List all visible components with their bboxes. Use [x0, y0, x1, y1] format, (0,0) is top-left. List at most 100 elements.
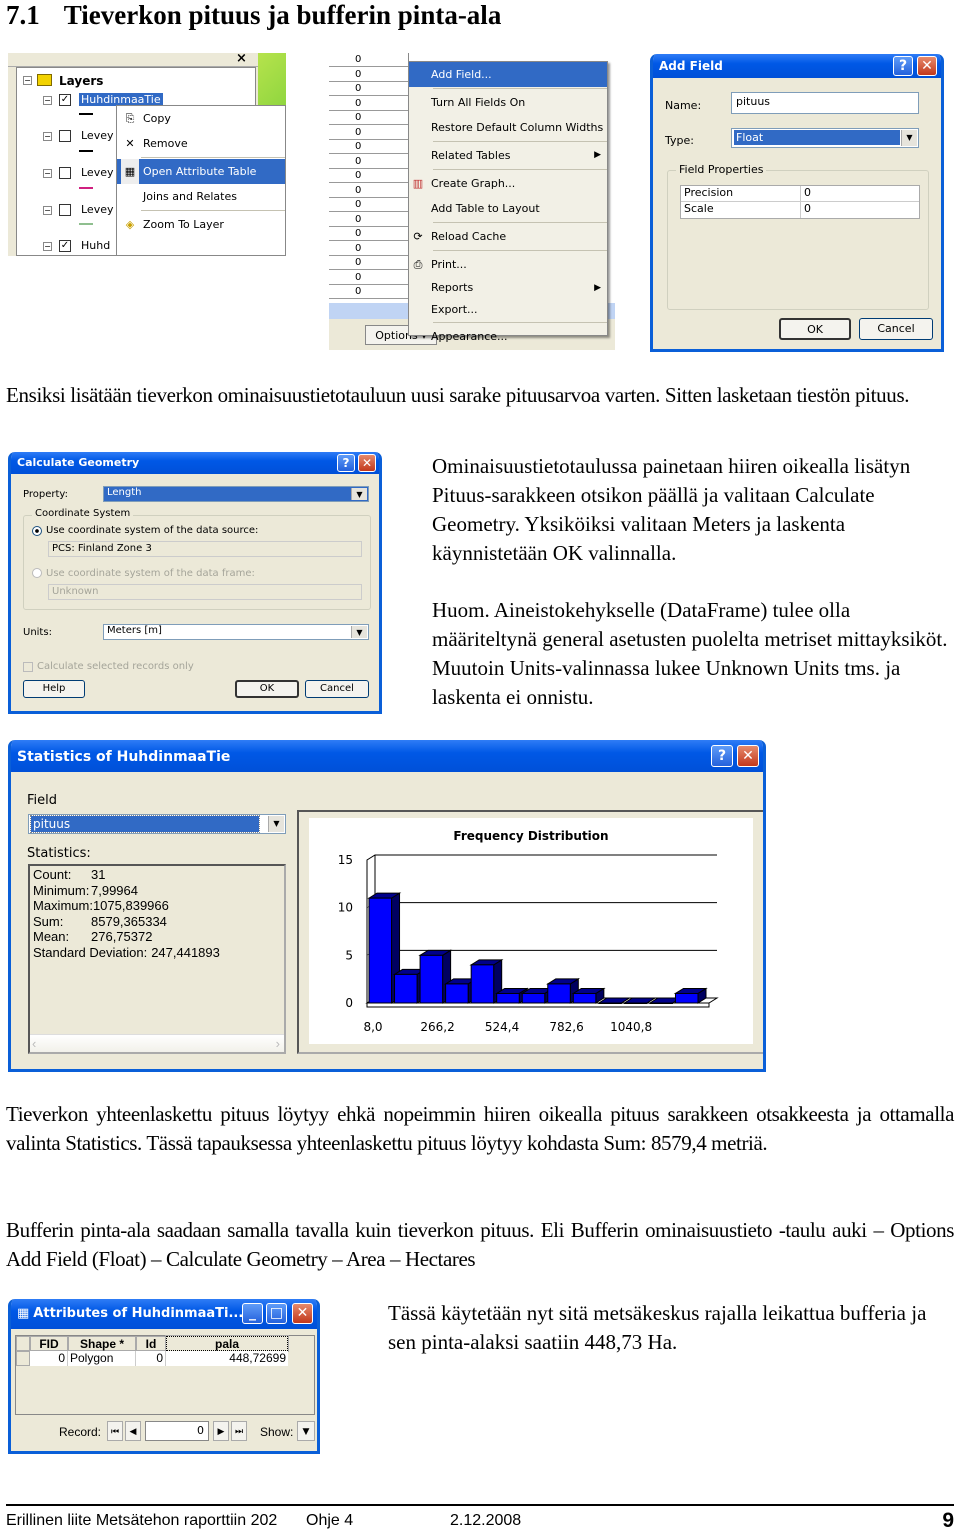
help-icon[interactable]: ? [711, 745, 733, 767]
property-value[interactable]: 0 [801, 202, 811, 218]
ok-button[interactable]: OK [779, 318, 851, 340]
menu-item-create-graph[interactable]: ▥ Create Graph... [409, 171, 607, 196]
layer-name[interactable]: Levey [81, 203, 114, 216]
column-header-id[interactable]: Id [136, 1336, 166, 1351]
name-input[interactable]: pituus [731, 92, 919, 114]
menu-item-remove[interactable]: ✕ Remove [117, 131, 285, 156]
checkbox-disabled[interactable] [23, 662, 33, 672]
data-frame-cs-field: Unknown [48, 584, 362, 600]
help-icon[interactable]: ? [337, 454, 355, 472]
menu-item-add-field[interactable]: Add Field... [409, 62, 607, 87]
column-header-fid[interactable]: FID [30, 1336, 68, 1351]
radio2-label: Use coordinate system of the data frame: [46, 568, 255, 579]
menu-item-zoom-to-layer[interactable]: ◈ Zoom To Layer [117, 212, 285, 237]
checkbox-unchecked[interactable] [59, 130, 71, 142]
horizontal-scrollbar[interactable]: ‹ › [30, 1034, 284, 1052]
close-icon[interactable]: × [236, 53, 247, 66]
name-label: Name: [665, 99, 702, 112]
chevron-down-icon[interactable]: ▼ [901, 130, 917, 146]
menu-item-print[interactable]: ⎙ Print... [409, 252, 607, 277]
statistic-value: 276,75372 [91, 929, 153, 944]
previous-record-button[interactable]: ◀ [125, 1421, 141, 1441]
statistic-row: Minimum: 7,99964 [33, 883, 281, 899]
record-label: Record: [59, 1425, 102, 1439]
menu-item-appearance[interactable]: Appearance... [409, 324, 607, 349]
cell: 0 [136, 1351, 166, 1366]
menu-item-export[interactable]: Export... [409, 299, 607, 321]
minimize-icon[interactable]: _ [242, 1303, 263, 1324]
checkbox-checked[interactable]: ✓ [59, 240, 71, 252]
table-cell: 0 [329, 82, 409, 96]
radio-unselected[interactable] [32, 568, 42, 578]
menu-item-reload-cache[interactable]: ⟳ Reload Cache [409, 224, 607, 249]
field-select[interactable]: pituus ▼ [28, 814, 286, 834]
menu-item-add-table-to-layout[interactable]: Add Table to Layout [409, 196, 607, 221]
frequency-chart: Frequency Distribution 0 5 10 15 8,0 266,2 524,… [338, 829, 719, 1034]
help-icon[interactable]: ? [893, 56, 913, 76]
statistic-row: Sum: 8579,365334 [33, 914, 281, 930]
layer-name[interactable]: Huhd [81, 239, 110, 252]
table-row[interactable]: 0 Polygon 0 448,72699 [16, 1351, 314, 1366]
units-label: Units: [23, 627, 52, 638]
maximize-icon[interactable]: □ [266, 1303, 287, 1324]
y-tick-label: 0 [345, 996, 353, 1010]
record-number-input[interactable]: 0 [145, 1421, 209, 1441]
collapse-icon[interactable]: − [43, 242, 52, 251]
radio-selected[interactable] [32, 526, 42, 536]
x-tick-label: 524,4 [485, 1020, 519, 1034]
chevron-down-icon[interactable]: ▼ [351, 488, 367, 500]
next-record-button[interactable]: ▶ [213, 1421, 229, 1441]
graph-icon: ▥ [412, 177, 424, 190]
histogram-bar [673, 987, 708, 1004]
remove-icon: ✕ [125, 137, 135, 150]
collapse-icon[interactable]: − [23, 76, 32, 85]
dialog-titlebar: Statistics of HuhdinmaaTie ? ✕ [11, 740, 763, 772]
chevron-down-icon[interactable]: ▼ [268, 816, 284, 832]
units-select[interactable]: Meters [m] ▼ [103, 624, 369, 640]
statistic-row: Mean: 276,75372 [33, 929, 281, 945]
show-dropdown-button[interactable]: ▼ [297, 1421, 315, 1441]
chevron-down-icon[interactable]: ▼ [351, 626, 367, 638]
checkbox-checked[interactable]: ✓ [59, 94, 71, 106]
menu-item-related-tables[interactable]: Related Tables ▶ [409, 143, 607, 168]
menu-item-turn-all-fields-on[interactable]: Turn All Fields On [409, 90, 607, 115]
property-select[interactable]: Length ▼ [103, 486, 369, 502]
menu-item-restore-column-widths[interactable]: Restore Default Column Widths [409, 115, 607, 140]
statistics-label: Statistics: [27, 846, 91, 861]
cancel-button[interactable]: Cancel [305, 680, 369, 698]
close-icon[interactable]: ✕ [292, 1303, 313, 1324]
close-icon[interactable]: ✕ [737, 745, 759, 767]
checkbox-unchecked[interactable] [59, 167, 71, 179]
menu-item-joins-relates[interactable]: Joins and Relates [117, 184, 285, 209]
cancel-button[interactable]: Cancel [859, 318, 933, 340]
submenu-arrow-icon: ▶ [594, 150, 601, 160]
menu-item-copy[interactable]: ⎘ Copy [117, 106, 285, 131]
type-label: Type: [665, 134, 694, 147]
type-select[interactable]: Float ▼ [731, 128, 919, 148]
collapse-icon[interactable]: − [43, 169, 52, 178]
column-header-shape[interactable]: Shape * [68, 1336, 136, 1351]
layer-name[interactable]: Levey [81, 129, 114, 142]
last-record-button[interactable]: ⏭ [231, 1421, 247, 1441]
property-value[interactable]: 0 [801, 186, 811, 201]
help-button[interactable]: Help [23, 680, 85, 698]
ok-button[interactable]: OK [235, 680, 299, 698]
table-icon: ▦ [17, 1306, 30, 1321]
menu-item-open-attribute-table[interactable]: ▦ Open Attribute Table [117, 159, 285, 184]
close-icon[interactable]: ✕ [358, 454, 376, 472]
layer-name[interactable]: Levey [81, 166, 114, 179]
checkbox-unchecked[interactable] [59, 204, 71, 216]
collapse-icon[interactable]: − [43, 132, 52, 141]
collapse-icon[interactable]: − [43, 96, 52, 105]
scroll-right-icon[interactable]: › [276, 1036, 280, 1052]
paragraph-intro: Ensiksi lisätään tieverkon ominaisuustie… [6, 383, 910, 407]
calculate-geometry-dialog: Calculate Geometry ? ✕ Property: Length … [8, 452, 382, 714]
first-record-button[interactable]: ⏮ [107, 1421, 123, 1441]
collapse-icon[interactable]: − [43, 206, 52, 215]
column-header-pala[interactable]: pala [165, 1335, 289, 1352]
y-tick-label: 15 [338, 853, 353, 867]
scroll-left-icon[interactable]: ‹ [32, 1036, 36, 1052]
layers-icon [37, 74, 52, 86]
menu-item-reports[interactable]: Reports ▶ [409, 277, 607, 299]
close-icon[interactable]: ✕ [917, 56, 937, 76]
